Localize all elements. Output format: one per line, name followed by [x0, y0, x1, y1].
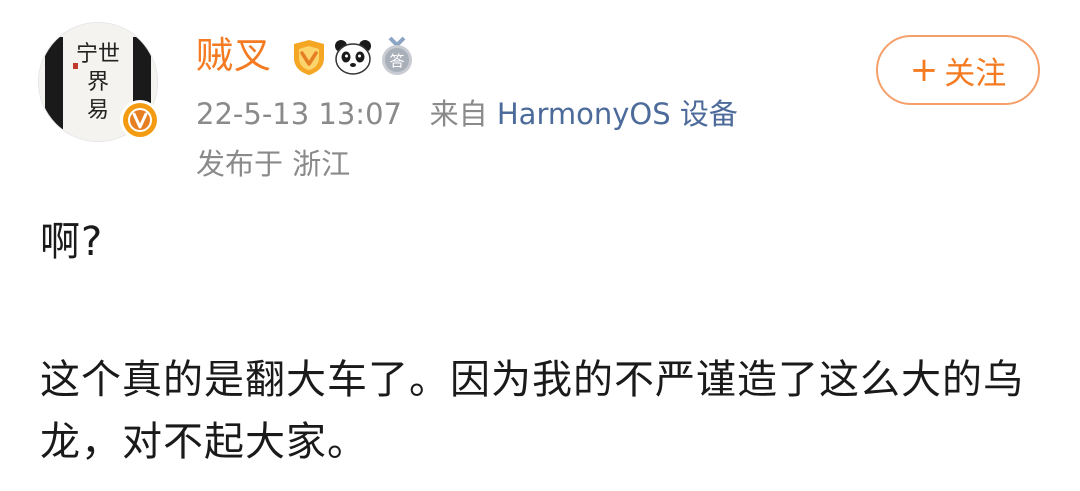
verified-badge-icon: [120, 100, 160, 140]
post-paragraph: 啊?: [40, 219, 104, 265]
location-prefix: 发布于: [196, 147, 284, 181]
panda-icon[interactable]: [332, 36, 374, 78]
location-value: 浙江: [292, 147, 351, 181]
avatar-wrap[interactable]: 宁世 界 易: [38, 22, 160, 142]
svg-text:界: 界: [87, 70, 109, 95]
username[interactable]: 贼叉: [196, 32, 272, 80]
post-meta: 22-5-13 13:07 来自 HarmonyOS 设备: [196, 94, 738, 134]
svg-text:易: 易: [87, 98, 109, 123]
user-badges: 答: [288, 36, 420, 78]
post-source-link[interactable]: HarmonyOS 设备: [497, 97, 738, 131]
follow-label: 关注: [944, 55, 1007, 92]
answer-badge-icon[interactable]: 答: [376, 36, 418, 78]
post-timestamp: 22-5-13 13:07: [196, 97, 402, 131]
follow-button[interactable]: + 关注: [876, 35, 1040, 105]
svg-text:宁世: 宁世: [76, 42, 120, 67]
answer-badge-char: 答: [389, 52, 404, 70]
source-prefix: 来自: [429, 97, 488, 131]
post-paragraph: 这个真的是翻大车了。因为我的不严谨造了这么大的乌龙，对不起大家。: [40, 357, 1024, 465]
plus-icon: +: [909, 50, 939, 90]
vip-shield-icon[interactable]: [288, 36, 330, 78]
post-location: 发布于 浙江: [196, 144, 350, 184]
